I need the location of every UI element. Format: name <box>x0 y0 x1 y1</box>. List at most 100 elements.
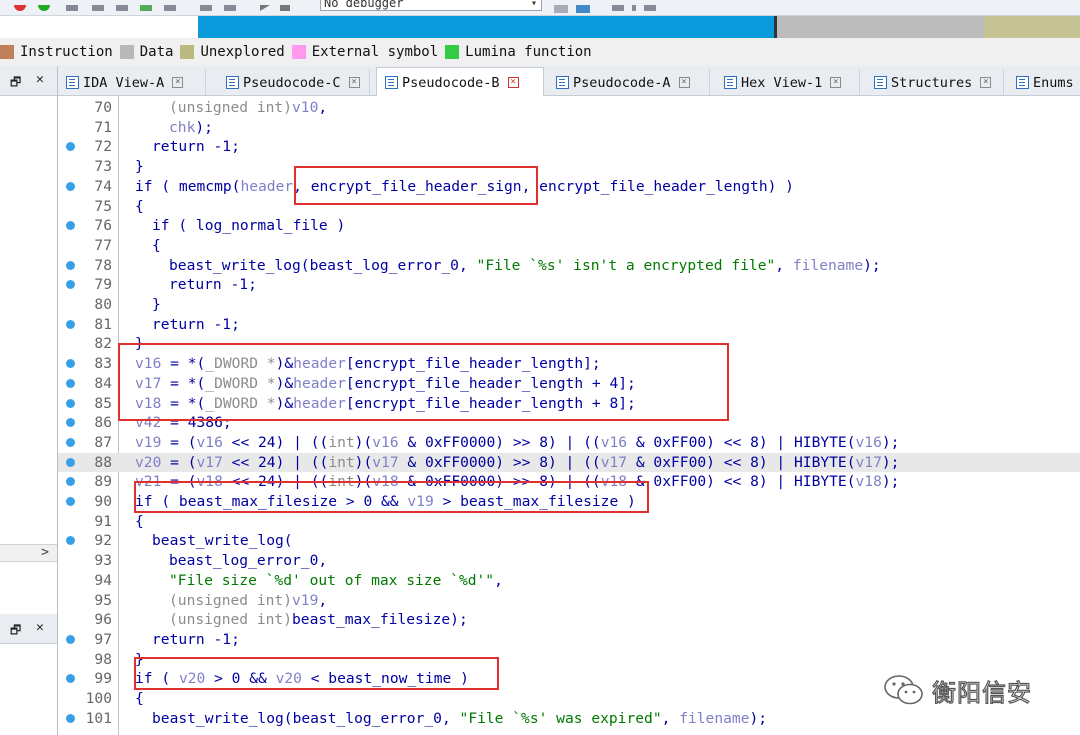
tab-label: Pseudocode-A <box>573 74 671 91</box>
code-token: , <box>318 99 328 116</box>
toolbar-icons[interactable] <box>4 0 304 11</box>
code-token: (unsigned int) <box>169 611 293 629</box>
breakpoint-dot-icon[interactable] <box>66 319 75 329</box>
code-line[interactable]: 88 v20 = (v17 << 24) | ((int)(v17 & 0xFF0… <box>58 452 1080 473</box>
code-line[interactable]: 80} <box>58 295 1080 315</box>
close-icon[interactable]: ✕ <box>36 72 44 87</box>
breakpoint-dot-icon[interactable] <box>66 398 75 408</box>
toolbar-icons-right[interactable] <box>548 0 668 13</box>
debugger-select[interactable]: No debugger <box>320 0 542 11</box>
code-token: "File size `%d' out of max size `%d'" <box>169 571 495 589</box>
code-line[interactable]: 75 { <box>58 197 1080 217</box>
line-number: 72 <box>94 138 112 156</box>
line-number: 81 <box>94 315 112 333</box>
toolbar-icon-strip-right <box>554 0 656 13</box>
breakpoint-dot-icon[interactable] <box>66 674 75 684</box>
scroll-right-icon[interactable]: > <box>41 545 49 560</box>
code-token: { <box>135 690 144 707</box>
code-line[interactable]: 87 v19 = (v16 << 24) | ((int)(v16 & 0xFF0… <box>58 433 1080 453</box>
code-line[interactable]: 77 { <box>58 236 1080 256</box>
breakpoint-dot-icon[interactable] <box>66 280 75 290</box>
close-icon[interactable]: ✕ <box>36 620 44 635</box>
code-line[interactable]: 92 beast_write_log( <box>58 531 1080 551</box>
code-line[interactable]: 94 "File size `%d' out of max size `%d'", <box>58 571 1080 591</box>
pseudocode-icon <box>226 76 239 89</box>
tab-pseudocode-b[interactable]: Pseudocode-B × <box>376 67 544 97</box>
tab-pseudocode-c[interactable]: Pseudocode-C × <box>218 69 370 96</box>
breakpoint-dot-icon[interactable] <box>66 359 75 369</box>
code-token: v17 <box>600 453 628 471</box>
code-line[interactable]: 97 return -1; <box>58 630 1080 650</box>
code-line[interactable]: 101 beast_write_log(beast_log_error_0, "F… <box>58 709 1080 729</box>
breakpoint-dot-icon[interactable] <box>66 181 75 191</box>
legend-label: Unexplored <box>200 44 285 60</box>
code-token: v19 <box>135 433 162 451</box>
breakpoint-dot-icon[interactable] <box>66 418 75 428</box>
breakpoint-dot-icon[interactable] <box>66 221 75 231</box>
code-token: v17 <box>196 453 223 471</box>
annotation-box-dword-reads <box>118 343 729 421</box>
code-text: } <box>135 157 144 177</box>
code-line[interactable]: 93 beast_log_error_0, <box>58 551 1080 571</box>
line-number: 71 <box>94 118 112 136</box>
legend-item: External symbol <box>291 44 438 60</box>
pin-icon[interactable]: 🗗 <box>10 73 21 94</box>
tab-pseudocode-a[interactable]: Pseudocode-A × <box>548 69 710 96</box>
tab-close-icon[interactable]: × <box>348 77 360 88</box>
code-token: beast_log_error_0, <box>169 552 328 570</box>
code-token: = ( <box>161 453 197 471</box>
line-number: 93 <box>94 552 112 570</box>
breakpoint-dot-icon[interactable] <box>66 713 75 723</box>
code-line[interactable]: 74 if ( memcmp(header, encrypt_file_heade… <box>58 177 1080 197</box>
tab-enums[interactable]: Enums <box>1008 69 1080 96</box>
navbar-data-segment <box>774 16 984 38</box>
pseudocode-icon <box>385 76 398 89</box>
code-text: { <box>152 236 161 256</box>
code-token: beast_write_log(beast_log_error_0, <box>152 709 460 727</box>
tab-close-icon[interactable]: × <box>830 77 842 88</box>
code-token: v17 <box>855 453 882 471</box>
code-token: v20 <box>135 453 162 471</box>
breakpoint-dot-icon[interactable] <box>66 142 75 152</box>
line-number: 91 <box>94 512 112 530</box>
code-text: v20 = (v17 << 24) | ((int)(v17 & 0xFF000… <box>135 453 899 473</box>
code-line[interactable]: 76 if ( log_normal_file ) <box>58 216 1080 236</box>
line-number: 99 <box>94 670 112 688</box>
tab-hex-view-1[interactable]: Hex View-1 × <box>716 69 860 96</box>
breakpoint-dot-icon[interactable] <box>66 497 75 506</box>
code-token: , <box>775 256 793 274</box>
code-line[interactable]: 96 (unsigned int)beast_max_filesize); <box>58 610 1080 630</box>
code-text: return -1; <box>152 137 240 157</box>
code-line[interactable]: 72 return -1; <box>58 137 1080 157</box>
code-line[interactable]: 73} <box>58 157 1080 177</box>
line-number: 74 <box>94 177 112 195</box>
breakpoint-dot-icon[interactable] <box>66 536 75 546</box>
tab-structures[interactable]: Structures × <box>866 69 1004 96</box>
code-line[interactable]: 70 (unsigned int)v10, <box>58 98 1080 118</box>
code-line[interactable]: 78 beast_write_log(beast_log_error_0, "Fi… <box>58 256 1080 276</box>
tab-ida-view-a[interactable]: IDA View-A × <box>58 69 206 96</box>
breakpoint-dot-icon[interactable] <box>66 378 75 388</box>
pin-icon[interactable]: 🗗 <box>10 621 21 642</box>
tab-close-icon[interactable]: × <box>980 77 992 88</box>
breakpoint-dot-icon[interactable] <box>66 634 75 644</box>
breakpoint-dot-icon[interactable] <box>66 477 75 487</box>
breakpoint-dot-icon[interactable] <box>66 457 75 467</box>
code-line[interactable]: 79 return -1; <box>58 275 1080 295</box>
left-panel-scrollbar[interactable]: > <box>0 544 57 562</box>
tab-close-icon[interactable]: × <box>507 77 519 88</box>
code-line[interactable]: 95 (unsigned int)v19, <box>58 591 1080 611</box>
legend-swatch <box>291 45 306 59</box>
tab-close-icon[interactable]: × <box>172 77 184 88</box>
code-line[interactable]: 91 { <box>58 512 1080 532</box>
code-token: ); <box>881 473 900 491</box>
breakpoint-dot-icon[interactable] <box>66 437 75 447</box>
ida-view-icon <box>66 76 79 89</box>
code-line[interactable]: 71 chk); <box>58 118 1080 138</box>
navigation-band[interactable] <box>198 16 1080 38</box>
code-line[interactable]: 81 return -1; <box>58 315 1080 335</box>
tab-close-icon[interactable]: × <box>678 77 690 88</box>
code-token: (unsigned int) <box>169 99 293 116</box>
code-token: = ( <box>161 433 197 451</box>
breakpoint-dot-icon[interactable] <box>66 260 75 270</box>
